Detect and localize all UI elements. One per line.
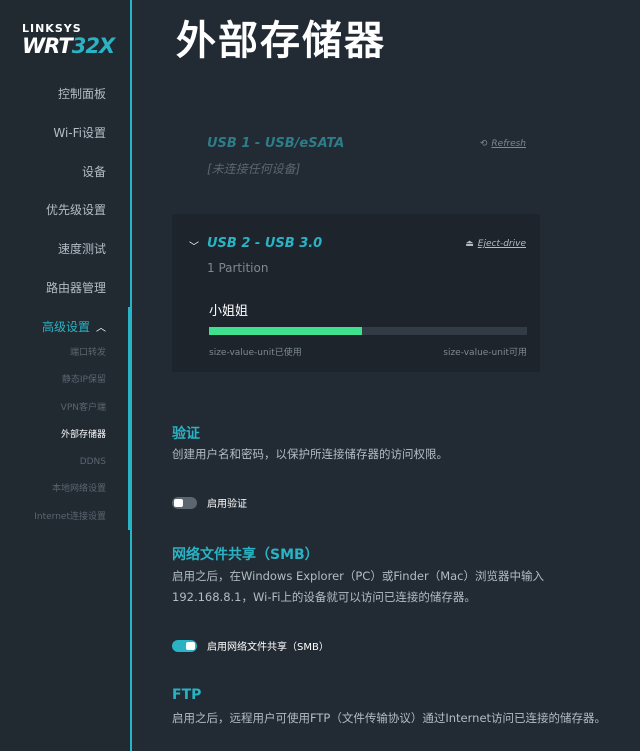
partition-name: 小姐姐 xyxy=(209,304,249,319)
ftp-section-desc: 启用之后，远程用户可使用FTP（文件传输协议）通过Internet访问已连接的储… xyxy=(172,711,607,725)
usb2-panel: ﹀ USB 2 - USB 3.0 1 Partition ⏏ Eject-dri… xyxy=(172,214,540,372)
nav-item-dashboard[interactable]: 控制面板 xyxy=(42,84,106,123)
smb-toggle[interactable] xyxy=(172,639,197,652)
usage-bar-fill xyxy=(209,327,362,335)
usb2-partitions: 1 Partition xyxy=(207,261,269,275)
page-title: 外部存储器 xyxy=(176,18,386,64)
ftp-section-title: FTP xyxy=(172,687,202,703)
subnav-item-local-network[interactable]: 本地网络设置 xyxy=(34,482,106,509)
subnav-item-external-storage[interactable]: 外部存储器 xyxy=(34,428,106,455)
smb-section-title: 网络文件共享（SMB） xyxy=(172,547,319,563)
nav-item-devices[interactable]: 设备 xyxy=(42,162,106,201)
advanced-subnav: 端口转发 静态IP保留 VPN客户端 外部存储器 DDNS 本地网络设置 Int… xyxy=(34,346,106,537)
free-size-label: size-value-unit可用 xyxy=(443,348,527,358)
nav-item-wifi-settings[interactable]: Wi-Fi设置 xyxy=(42,123,106,162)
auth-toggle-label: 启用验证 xyxy=(207,499,247,510)
eject-drive-label: Eject-drive xyxy=(477,239,526,249)
subnav-item-static-ip[interactable]: 静态IP保留 xyxy=(34,373,106,400)
toggle-knob xyxy=(186,641,195,650)
refresh-icon: ⟲ xyxy=(479,139,488,149)
smb-section-desc: 启用之后，在Windows Explorer（PC）或Finder（Mac）浏览… xyxy=(172,569,544,604)
auth-section-title: 验证 xyxy=(172,426,200,442)
nav-item-advanced-label: 高级设置 xyxy=(41,319,90,334)
main-nav: 控制面板 Wi-Fi设置 设备 优先级设置 速度测试 路由器管理 高级设置 ︿ xyxy=(42,84,106,356)
toggle-knob xyxy=(174,498,183,507)
refresh-label: Refresh xyxy=(491,139,526,149)
chevron-up-icon: ︿ xyxy=(96,322,106,334)
logo-model: WRT32X xyxy=(22,34,115,58)
smb-toggle-label: 启用网络文件共享（SMB） xyxy=(207,642,329,653)
subnav-item-internet-connection[interactable]: Internet连接设置 xyxy=(34,510,106,537)
nav-item-priority-settings[interactable]: 优先级设置 xyxy=(42,200,106,239)
auth-toggle-row: 启用验证 xyxy=(172,495,247,510)
sidebar: LINKSYS WRT32X 控制面板 Wi-Fi设置 设备 优先级设置 速度测… xyxy=(0,0,132,751)
usb1-title: USB 1 - USB/eSATA xyxy=(207,136,345,151)
eject-drive-button[interactable]: ⏏ Eject-drive xyxy=(465,239,526,249)
usb1-panel: USB 1 - USB/eSATA [未连接任何设备] ⟲ Refresh xyxy=(172,112,540,204)
linksys-logo: LINKSYS WRT32X xyxy=(22,22,115,58)
auth-toggle[interactable] xyxy=(172,496,197,509)
chevron-down-icon[interactable]: ﹀ xyxy=(189,238,199,253)
eject-icon: ⏏ xyxy=(465,239,474,249)
used-size-label: size-value-unit已使用 xyxy=(209,348,302,358)
sidebar-scrollbar[interactable] xyxy=(128,307,132,530)
logo-model-main: WRT xyxy=(22,34,73,58)
auth-section-desc: 创建用户名和密码，以保护所连接储存器的访问权限。 xyxy=(172,447,448,461)
nav-item-speed-test[interactable]: 速度测试 xyxy=(42,239,106,278)
usage-bar xyxy=(209,327,527,335)
refresh-button[interactable]: ⟲ Refresh xyxy=(480,139,526,149)
subnav-item-vpn-client[interactable]: VPN客户端 xyxy=(34,401,106,428)
logo-model-accent: 32X xyxy=(71,34,115,58)
subnav-item-port-forwarding[interactable]: 端口转发 xyxy=(34,346,106,373)
nav-item-router-admin[interactable]: 路由器管理 xyxy=(42,278,106,317)
smb-toggle-row: 启用网络文件共享（SMB） xyxy=(172,638,329,653)
usb1-status: [未连接任何设备] xyxy=(207,162,301,176)
subnav-item-ddns[interactable]: DDNS xyxy=(34,455,106,482)
usb2-title: USB 2 - USB 3.0 xyxy=(207,236,323,251)
